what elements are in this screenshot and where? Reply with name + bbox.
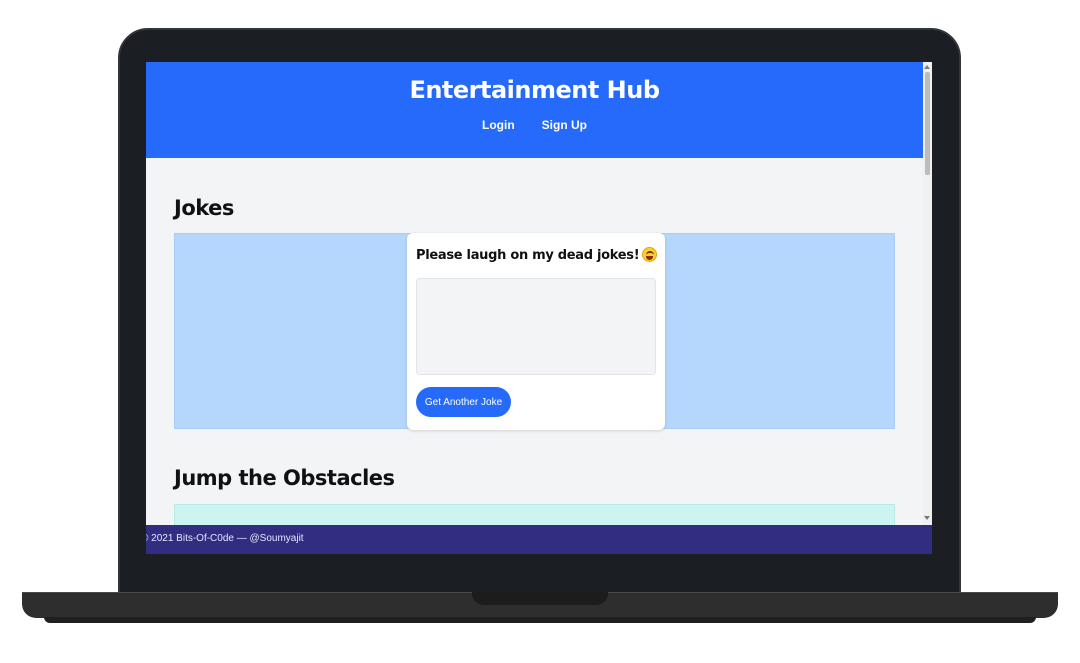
- page-viewport: Entertainment Hub Login Sign Up Jokes Pl…: [146, 62, 923, 525]
- browser-screen: Entertainment Hub Login Sign Up Jokes Pl…: [146, 62, 932, 554]
- site-title: Entertainment Hub: [409, 76, 660, 104]
- laptop-base-shadow: [44, 617, 1036, 623]
- site-header: Entertainment Hub Login Sign Up: [146, 62, 923, 158]
- obstacles-game-panel[interactable]: [174, 504, 895, 525]
- page-scrollbar[interactable]: [923, 62, 932, 525]
- obstacles-heading: Jump the Obstacles: [174, 466, 395, 490]
- scroll-down-arrow-icon[interactable]: [924, 516, 930, 520]
- joke-card: Please laugh on my dead jokes! Get Anoth…: [407, 233, 665, 430]
- nav-login-link[interactable]: Login: [482, 118, 515, 132]
- laughing-emoji-icon: [642, 247, 658, 262]
- joke-card-title-text: Please laugh on my dead jokes!: [416, 248, 640, 263]
- jokes-panel: Please laugh on my dead jokes! Get Anoth…: [174, 233, 895, 430]
- laptop-notch: [472, 592, 608, 605]
- laptop-mockup: Entertainment Hub Login Sign Up Jokes Pl…: [0, 0, 1080, 663]
- site-footer: © 2021 Bits-Of-C0de — @Soumyajit: [146, 525, 932, 554]
- footer-text: © 2021 Bits-Of-C0de — @Soumyajit: [146, 533, 304, 544]
- joke-text-box: [416, 278, 656, 375]
- scroll-thumb[interactable]: [925, 72, 930, 175]
- main-nav: Login Sign Up: [146, 118, 923, 132]
- joke-card-title: Please laugh on my dead jokes!: [416, 247, 658, 263]
- jokes-heading: Jokes: [174, 196, 234, 220]
- nav-signup-link[interactable]: Sign Up: [542, 118, 587, 132]
- scroll-up-arrow-icon[interactable]: [924, 65, 930, 69]
- get-another-joke-button[interactable]: Get Another Joke: [416, 387, 511, 417]
